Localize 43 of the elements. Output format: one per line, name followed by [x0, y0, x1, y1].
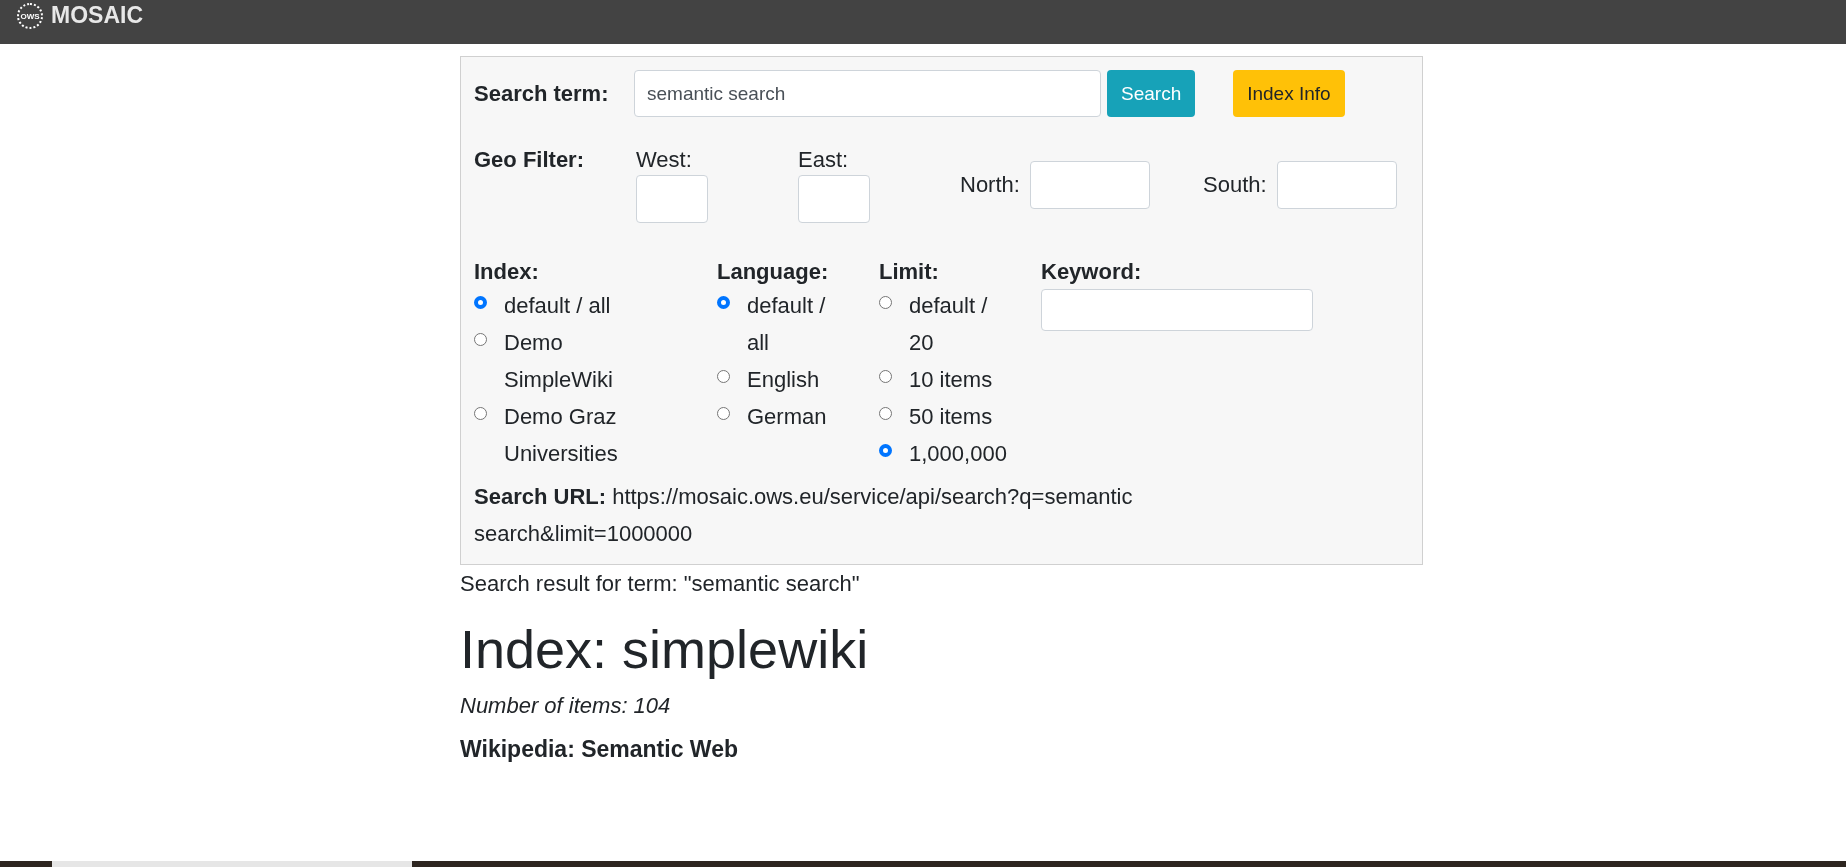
coordinate-label: West:	[636, 146, 693, 174]
search-result-summary: Search result for term: "semantic search"	[460, 570, 861, 598]
option-group-label: Language:	[717, 258, 830, 286]
logo-icon[interactable]: OWS	[17, 3, 43, 29]
radio-button[interactable]	[879, 296, 892, 309]
radio-label[interactable]: 10 items	[909, 361, 993, 398]
coordinate-field[interactable]	[636, 175, 708, 223]
radio-button[interactable]	[474, 407, 487, 420]
coordinate-label: East:	[798, 146, 850, 174]
radio-button[interactable]	[879, 444, 892, 457]
search-term-field[interactable]: semantic search	[634, 70, 1101, 117]
coordinate-field[interactable]	[798, 175, 870, 223]
radio-label[interactable]: 1,000,000	[909, 435, 1007, 472]
index-info-button[interactable]: Index Info	[1233, 70, 1345, 117]
radio-button[interactable]	[474, 333, 487, 346]
coordinate-field[interactable]	[1276, 161, 1397, 209]
radio-button[interactable]	[879, 407, 892, 420]
radio-label[interactable]: 50 items	[909, 398, 993, 435]
keyword-field[interactable]	[1041, 289, 1313, 331]
radio-button[interactable]	[474, 296, 487, 309]
radio-label[interactable]: German	[747, 398, 827, 435]
radio-label[interactable]: default / all	[747, 287, 847, 361]
keyword-label: Keyword:	[1041, 258, 1143, 286]
search-term-label: Search term:	[474, 79, 610, 108]
radio-label[interactable]: default / 20	[909, 287, 1009, 361]
coordinate-field[interactable]	[1029, 161, 1150, 209]
coordinate-label: North:	[960, 171, 1020, 199]
radio-button[interactable]	[717, 370, 730, 383]
radio-button[interactable]	[717, 296, 730, 309]
brand-name[interactable]: MOSAIC	[51, 0, 143, 30]
geo-filter-label: Geo Filter:	[474, 146, 585, 174]
index-title: Index: simplewiki	[460, 618, 870, 681]
radio-label[interactable]: Demo SimpleWiki	[504, 324, 654, 398]
radio-label[interactable]: default / all	[504, 287, 611, 324]
result-title: Wikipedia: Semantic Web	[460, 735, 739, 763]
radio-button[interactable]	[879, 370, 892, 383]
coordinate-label: South:	[1203, 171, 1267, 199]
item-count: Number of items: 104	[460, 692, 672, 720]
option-group-label: Index:	[474, 258, 540, 286]
option-group-label: Limit:	[879, 258, 940, 286]
radio-button[interactable]	[717, 407, 730, 420]
search-url-text: Search URL: https://mosaic.ows.eu/service/api/search?q=semantic search&limit=1000000	[474, 483, 1134, 548]
radio-label[interactable]: English	[747, 361, 820, 398]
